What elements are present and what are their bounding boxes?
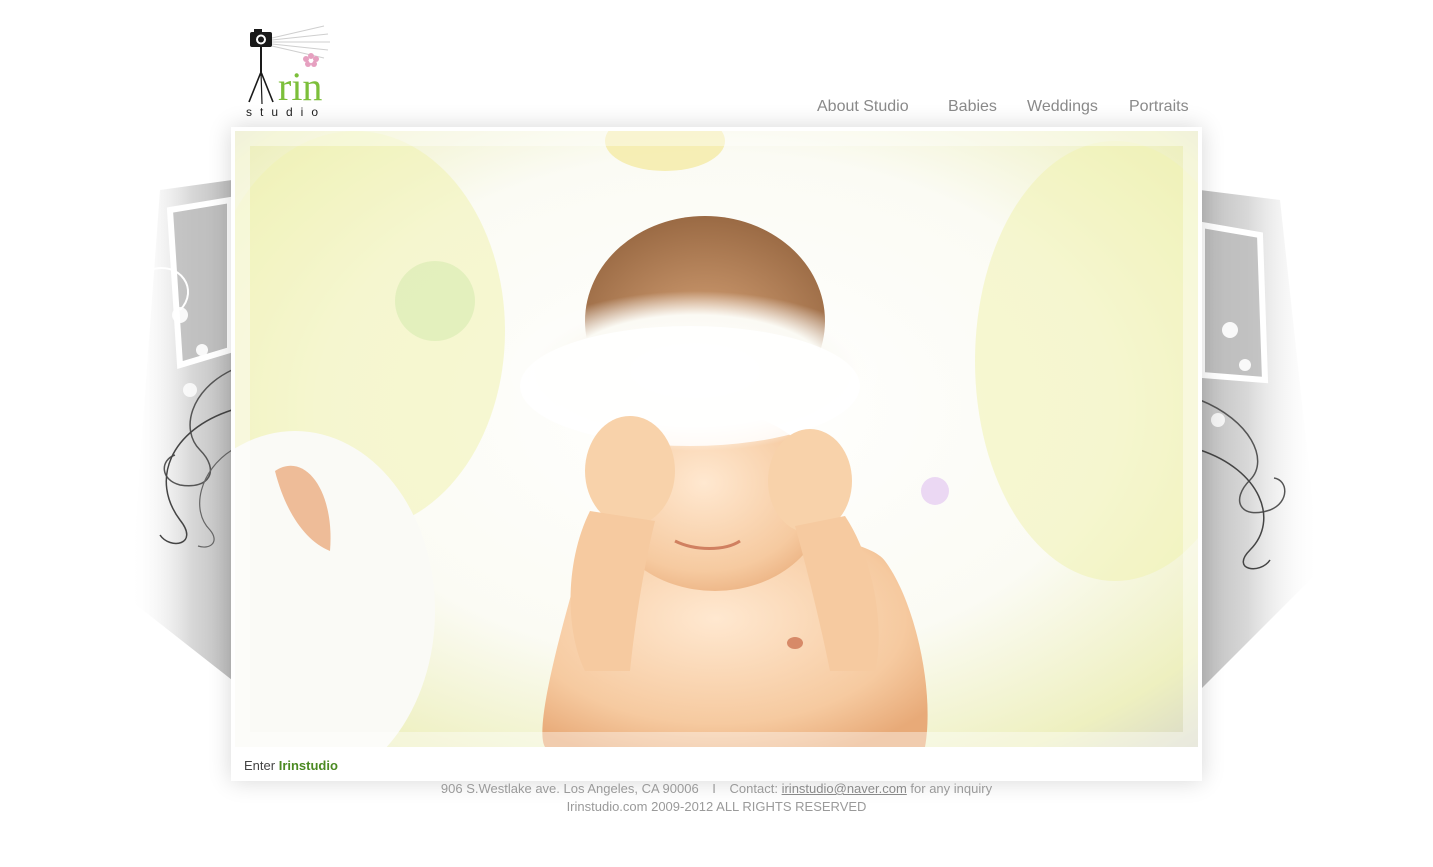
- nav-portraits[interactable]: Portraits: [1129, 98, 1189, 116]
- footer-contact-suffix: for any inquiry: [910, 781, 993, 796]
- enter-brand: Irinstudio: [278, 758, 338, 773]
- footer-separator: I: [712, 781, 716, 796]
- logo-wordmark: rin: [278, 64, 322, 109]
- page: rin studio About Studio Babies Weddings …: [0, 0, 1433, 867]
- enter-prefix: Enter: [244, 758, 276, 773]
- nav-about-studio[interactable]: About Studio: [817, 98, 909, 116]
- enter-site-link[interactable]: Enter Irinstudio: [244, 758, 338, 773]
- footer-email-link[interactable]: irinstudio@naver.com: [782, 781, 907, 796]
- logo-subtext: studio: [246, 105, 326, 119]
- footer-contact-line: 906 S.Westlake ave. Los Angeles, CA 9000…: [0, 780, 1433, 798]
- footer-copyright: Irinstudio.com 2009-2012 ALL RIGHTS RESE…: [566, 799, 867, 814]
- footer-contact-label: Contact:: [729, 781, 778, 796]
- nav-babies[interactable]: Babies: [948, 98, 997, 116]
- nav-weddings[interactable]: Weddings: [1027, 98, 1098, 116]
- main-nav: About Studio Babies Weddings Portraits: [810, 98, 1200, 122]
- footer: 906 S.Westlake ave. Los Angeles, CA 9000…: [0, 780, 1433, 816]
- footer-address: 906 S.Westlake ave. Los Angeles, CA 9000…: [440, 781, 699, 796]
- hero-photo[interactable]: [235, 131, 1198, 747]
- irin-studio-logo[interactable]: rin studio: [244, 24, 364, 120]
- main-frame: Enter Irinstudio: [231, 127, 1202, 781]
